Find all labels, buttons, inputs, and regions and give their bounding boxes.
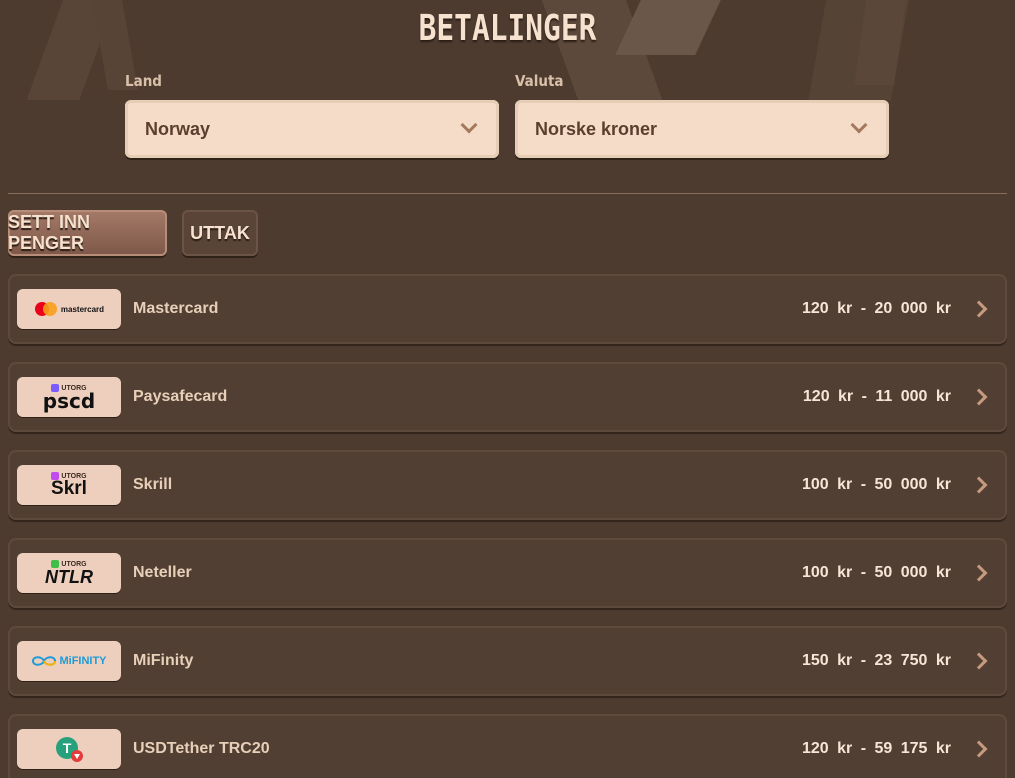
country-value: Norway — [145, 118, 211, 139]
page-title: BETALINGER — [418, 8, 597, 49]
chevron-right-icon — [970, 388, 988, 406]
tether-logo: T — [17, 729, 121, 769]
divider — [8, 193, 1007, 194]
country-label: Land — [125, 72, 162, 90]
chevron-right-icon — [970, 652, 988, 670]
chevron-right-icon — [970, 476, 988, 494]
method-range: 100 kr - 50 000 kr — [802, 476, 951, 493]
method-name: USDTether TRC20 — [133, 740, 270, 757]
tab-withdrawal[interactable]: UTTAK — [182, 210, 258, 256]
mastercard-logo-text: mastercard — [60, 304, 105, 314]
paysafecard-logo: UTORG pscd — [17, 377, 121, 417]
chevron-right-icon — [970, 300, 988, 318]
method-name: Skrill — [133, 476, 173, 493]
chevron-right-icon — [970, 564, 988, 582]
payment-method-row[interactable]: UTORG pscd Paysafecard 120 kr - 11 000 k… — [8, 362, 1007, 432]
tether-trc20-icon: T — [56, 737, 83, 762]
payment-method-row[interactable]: T USDTether TRC20 120 kr - 59 175 kr — [8, 714, 1007, 778]
currency-label: Valuta — [515, 72, 564, 90]
mastercard-circles-icon — [34, 302, 57, 316]
payment-method-row[interactable]: UTORG Skrl Skrill 100 kr - 50 000 kr — [8, 450, 1007, 520]
chevron-down-icon — [460, 116, 478, 134]
payment-method-row[interactable]: mastercard Mastercard 120 kr - 20 000 kr — [8, 274, 1007, 344]
currency-value: Norske kroner — [535, 118, 658, 139]
infinity-icon — [32, 656, 57, 666]
payment-methods-list: mastercard Mastercard 120 kr - 20 000 kr… — [8, 274, 1007, 778]
method-range: 150 kr - 23 750 kr — [802, 652, 951, 669]
payment-method-row[interactable]: MiFINITY MiFinity 150 kr - 23 750 kr — [8, 626, 1007, 696]
country-select[interactable]: Norway — [125, 100, 499, 158]
mifinity-logo: MiFINITY — [17, 641, 121, 681]
method-range: 100 kr - 50 000 kr — [802, 564, 951, 581]
skrill-logo-text: Skrl — [51, 478, 87, 499]
method-name: Mastercard — [133, 300, 219, 317]
chevron-down-icon — [850, 116, 868, 134]
currency-select[interactable]: Norske kroner — [515, 100, 889, 158]
svg-text:T: T — [63, 740, 72, 756]
payment-method-row[interactable]: UTORG NTLR Neteller 100 kr - 50 000 kr — [8, 538, 1007, 608]
method-range: 120 kr - 59 175 kr — [802, 740, 951, 757]
method-range: 120 kr - 20 000 kr — [802, 300, 951, 317]
neteller-logo-text: NTLR — [45, 567, 93, 587]
tab-deposit[interactable]: SETT INN PENGER — [8, 210, 167, 256]
method-name: Paysafecard — [133, 388, 228, 405]
method-name: MiFinity — [133, 652, 194, 669]
method-name: Neteller — [133, 564, 192, 581]
chevron-right-icon — [970, 740, 988, 758]
paysafecard-logo-text: pscd — [42, 389, 96, 413]
method-range: 120 kr - 11 000 kr — [802, 388, 951, 405]
mastercard-logo: mastercard — [17, 289, 121, 329]
mifinity-logo-text: MiFINITY — [59, 655, 107, 667]
neteller-logo: UTORG NTLR — [17, 553, 121, 593]
skrill-logo: UTORG Skrl — [17, 465, 121, 505]
